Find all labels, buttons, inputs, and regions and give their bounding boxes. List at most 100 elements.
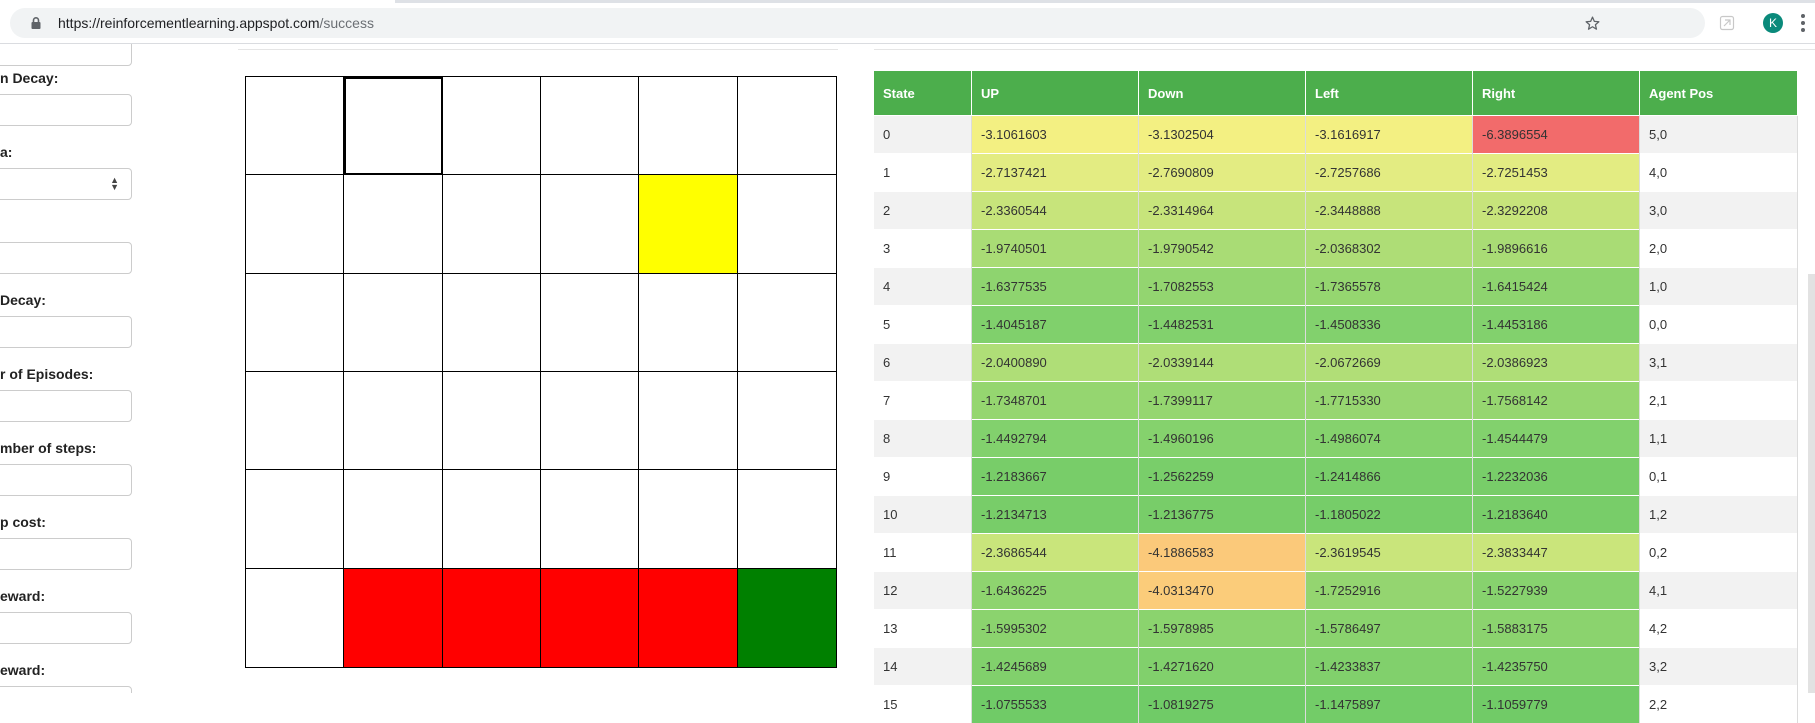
q-value-cell: -1.7365578 [1306,268,1473,306]
grid-cell[interactable] [639,569,737,667]
profile-avatar[interactable]: K [1763,13,1783,33]
text-field[interactable] [0,686,132,693]
q-value-cell: -1.5786497 [1306,610,1473,648]
table-row: 9-1.2183667-1.2562259-1.2414866-1.223203… [874,458,1798,496]
grid-cell[interactable] [541,175,639,273]
q-value-cell: -1.2232036 [1473,458,1640,496]
agent-pos-cell: 1,0 [1640,268,1798,306]
grid-cell[interactable] [541,274,639,372]
grid-cell[interactable] [443,175,541,273]
grid-cell[interactable] [639,470,737,568]
browser-menu-icon[interactable] [1801,14,1805,32]
q-value-cell: -3.1616917 [1306,116,1473,154]
agent-pos-cell: 2,2 [1640,686,1798,723]
grid-cell[interactable] [541,470,639,568]
grid-cell[interactable] [443,372,541,470]
grid-cell[interactable] [344,372,442,470]
q-value-cell: -1.2183640 [1473,496,1640,534]
url-text[interactable]: https://reinforcementlearning.appspot.co… [58,14,374,32]
text-field[interactable] [0,612,132,644]
text-field[interactable] [0,390,132,422]
grid-cell[interactable] [639,175,737,273]
q-value-cell: -1.6415424 [1473,268,1640,306]
q-value-cell: -1.4986074 [1306,420,1473,458]
grid-cell[interactable] [344,569,442,667]
grid-cell[interactable] [443,274,541,372]
q-value-cell: -1.2183667 [972,458,1139,496]
text-field[interactable] [0,464,132,496]
stepper-arrows-icon[interactable]: ▲▼ [110,177,119,191]
grid-cell[interactable] [344,175,442,273]
text-field[interactable] [0,538,132,570]
grid-cell[interactable] [344,274,442,372]
q-value-cell: -2.0386923 [1473,344,1640,382]
grid-cell[interactable] [344,470,442,568]
text-field[interactable] [0,94,132,126]
browser-toolbar: https://reinforcementlearning.appspot.co… [0,3,1815,44]
q-value-cell: -1.6377535 [972,268,1139,306]
grid-cell[interactable] [738,175,836,273]
grid-cell[interactable] [639,77,737,175]
q-value-cell: -1.5978985 [1139,610,1306,648]
grid-cell[interactable] [443,77,541,175]
grid-cell[interactable] [541,569,639,667]
table-row: 14-1.4245689-1.4271620-1.4233837-1.42357… [874,648,1798,686]
number-stepper[interactable]: ▲▼ [0,168,132,200]
q-value-cell: -1.7399117 [1139,382,1306,420]
grid-cell[interactable] [443,569,541,667]
q-value-cell: -1.2134713 [972,496,1139,534]
grid-cell[interactable] [738,77,836,175]
grid-cell[interactable] [639,372,737,470]
q-value-cell: -1.4271620 [1139,648,1306,686]
scrollbar[interactable] [1808,274,1815,693]
grid-cell[interactable] [738,274,836,372]
state-cell: 15 [874,686,972,723]
field-label: eward: [0,662,45,678]
grid-cell[interactable] [443,470,541,568]
q-value-cell: -1.7568142 [1473,382,1640,420]
q-value-cell: -2.0400890 [972,344,1139,382]
grid-cell[interactable] [246,274,344,372]
agent-pos-cell: 1,1 [1640,420,1798,458]
grid-cell[interactable] [344,77,442,175]
agent-pos-cell: 4,1 [1640,572,1798,610]
q-value-cell: -1.2562259 [1139,458,1306,496]
agent-pos-cell: 4,0 [1640,154,1798,192]
table-row: 5-1.4045187-1.4482531-1.4508336-1.445318… [874,306,1798,344]
grid-cell[interactable] [541,77,639,175]
grid-cell[interactable] [738,372,836,470]
q-value-cell: -1.0819275 [1139,686,1306,723]
table-row: 13-1.5995302-1.5978985-1.5786497-1.58831… [874,610,1798,648]
table-header-row: State UP Down Left Right Agent Pos [874,71,1798,116]
table-row: 7-1.7348701-1.7399117-1.7715330-1.756814… [874,382,1798,420]
q-value-cell: -1.4045187 [972,306,1139,344]
grid-cell[interactable] [738,569,836,667]
table-row: 8-1.4492794-1.4960196-1.4986074-1.454447… [874,420,1798,458]
grid-cell[interactable] [639,274,737,372]
q-value-cell: -2.7137421 [972,154,1139,192]
grid-cell[interactable] [246,372,344,470]
table-row: 0-3.1061603-3.1302504-3.1616917-6.389655… [874,116,1798,154]
lock-icon[interactable] [29,16,43,30]
grid-cell[interactable] [738,470,836,568]
divider [874,49,1815,50]
bookmark-star-icon[interactable] [1584,15,1601,32]
gridworld-board[interactable] [245,76,837,668]
field-label: eward: [0,588,45,604]
header-down: Down [1139,71,1306,116]
state-cell: 3 [874,230,972,268]
grid-cell[interactable] [246,175,344,273]
q-value-cell: -2.3292208 [1473,192,1640,230]
extension-icon[interactable] [1719,15,1735,31]
address-bar[interactable]: https://reinforcementlearning.appspot.co… [10,8,1705,38]
text-field[interactable] [0,44,132,66]
grid-cell[interactable] [246,470,344,568]
text-field[interactable] [0,316,132,348]
grid-cell[interactable] [541,372,639,470]
text-field[interactable] [0,242,132,274]
grid-cell[interactable] [246,77,344,175]
q-value-cell: -1.5995302 [972,610,1139,648]
settings-form: n Decay: a: ▲▼ Decay: r of Episodes: mbe… [0,44,140,693]
grid-cell[interactable] [246,569,344,667]
q-value-cell: -2.3448888 [1306,192,1473,230]
